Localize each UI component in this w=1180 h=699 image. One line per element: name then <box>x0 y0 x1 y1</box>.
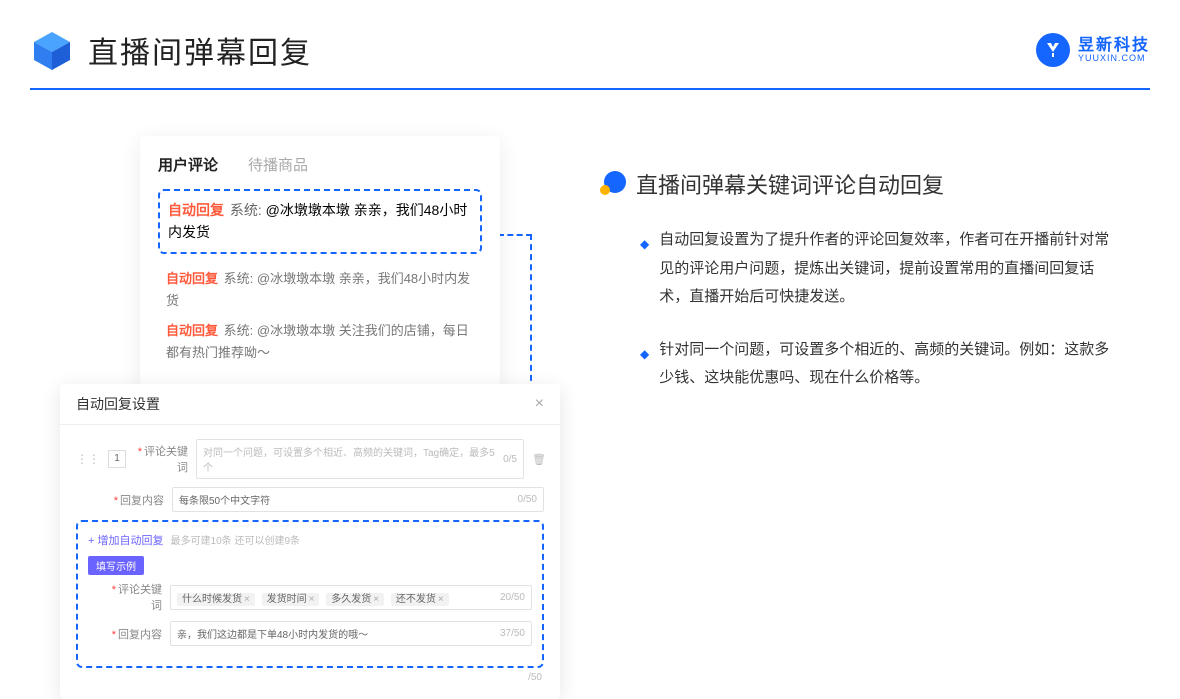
example-badge: 填写示例 <box>88 556 144 575</box>
logo-cn: 昱新科技 <box>1078 38 1150 54</box>
comment-line: 自动回复 系统: @冰墩墩本墩 亲亲，我们48小时内发货 <box>158 264 482 316</box>
tag-chip: 多久发货× <box>326 593 384 606</box>
tab-products[interactable]: 待播商品 <box>248 154 308 175</box>
highlighted-comment: 自动回复 系统: @冰墩墩本墩 亲亲，我们48小时内发货 <box>158 189 482 254</box>
trailing-count: /50 <box>76 672 544 683</box>
delete-icon[interactable]: 🗑 <box>532 453 544 466</box>
kw-label: *评论关键词 <box>134 443 188 475</box>
section-title: 直播间弹幕关键词评论自动回复 <box>636 168 944 200</box>
logo-en: YUUXIN.COM <box>1078 54 1150 63</box>
rank-box: 1 <box>108 450 126 468</box>
bullet-1: 自动回复设置为了提升作者的评论回复效率，作者可在开播前针对常见的评论用户问题，提… <box>659 226 1120 312</box>
keyword-input[interactable]: 对同一个问题，可设置多个相近、高频的关键词，Tag确定，最多5个0/5 <box>196 439 524 479</box>
drag-handle-icon[interactable]: ⋮⋮ <box>76 452 100 466</box>
ex-content-label: *回复内容 <box>108 626 162 642</box>
tag-chip: 什么时候发货× <box>177 593 255 606</box>
example-content-input[interactable]: 亲，我们这边都是下单48小时内发货的哦～37/50 <box>170 621 532 646</box>
close-icon[interactable]: × <box>535 395 544 413</box>
add-help-text: 最多可建10条 还可以创建9条 <box>171 536 300 547</box>
brand-logo: 昱新科技 YUUXIN.COM <box>1036 33 1150 67</box>
diamond-icon: ◆ <box>640 343 649 393</box>
sphere-icon <box>600 171 626 197</box>
example-keyword-input[interactable]: 什么时候发货× 发货时间× 多久发货× 还不发货× 20/50 <box>170 585 532 610</box>
content-input[interactable]: 每条限50个中文字符0/50 <box>172 487 544 512</box>
example-box: + 增加自动回复 最多可建10条 还可以创建9条 填写示例 *评论关键词 什么时… <box>76 520 544 668</box>
comment-line: 自动回复 系统: @冰墩墩本墩 关注我们的店铺，每日都有热门推荐呦～ <box>158 316 482 368</box>
page-title: 直播间弹幕回复 <box>88 28 312 72</box>
content-label: *回复内容 <box>110 492 164 508</box>
tag-chip: 发货时间× <box>262 593 320 606</box>
auto-reply-tag: 自动回复 <box>168 202 224 218</box>
add-auto-reply-link[interactable]: + 增加自动回复 <box>88 535 163 547</box>
ex-kw-label: *评论关键词 <box>108 581 162 613</box>
header-divider <box>30 88 1150 90</box>
cube-icon <box>30 28 74 72</box>
diamond-icon: ◆ <box>640 233 649 312</box>
auto-reply-settings-card: 自动回复设置 × ⋮⋮ 1 *评论关键词 对同一个问题，可设置多个相近、高频的关… <box>60 384 560 699</box>
settings-title: 自动回复设置 <box>76 394 160 414</box>
bullet-2: 针对同一个问题，可设置多个相近的、高频的关键词。例如：这款多少钱、这块能优惠吗、… <box>659 336 1120 393</box>
system-label: 系统: <box>230 202 262 218</box>
card-tabs: 用户评论 待播商品 <box>158 154 482 175</box>
tab-comments[interactable]: 用户评论 <box>158 154 218 175</box>
comments-card: 用户评论 待播商品 自动回复 系统: @冰墩墩本墩 亲亲，我们48小时内发货 自… <box>140 136 500 390</box>
tag-chip: 还不发货× <box>391 593 449 606</box>
